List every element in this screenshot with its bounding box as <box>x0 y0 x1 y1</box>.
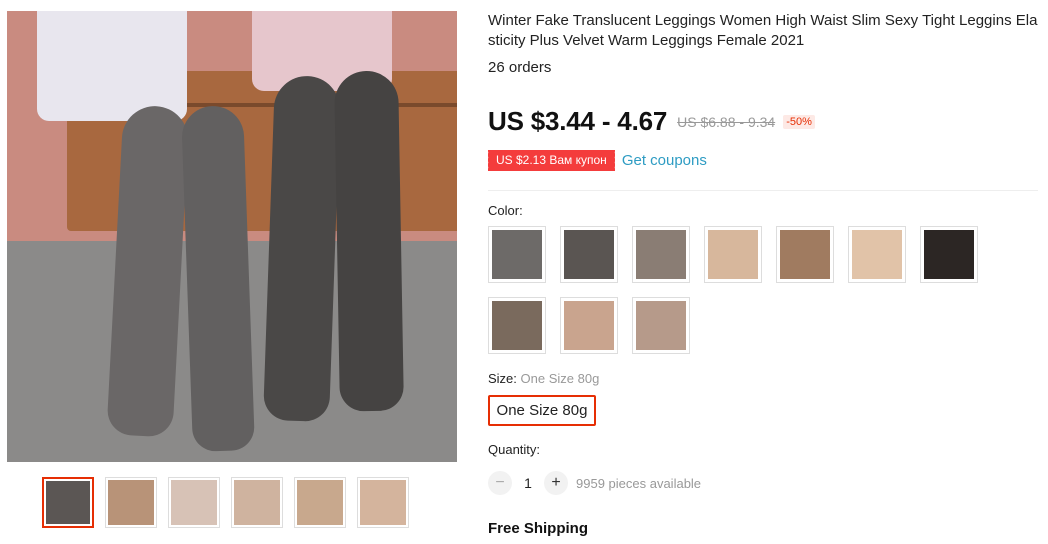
thumbnail[interactable] <box>105 477 157 528</box>
main-product-image[interactable] <box>7 11 457 462</box>
thumbnail-image <box>360 480 406 525</box>
thumbnail[interactable] <box>357 477 409 528</box>
thumbnail-image <box>46 481 90 524</box>
price: US $3.44 - 4.67 <box>488 106 668 136</box>
get-coupons-link[interactable]: Get coupons <box>622 152 707 169</box>
orders-count: 26 orders <box>488 59 552 76</box>
swatch-image <box>852 230 902 279</box>
color-swatch[interactable] <box>776 226 834 283</box>
available-stock: 9959 pieces available <box>576 475 702 491</box>
swatch-image <box>564 230 614 279</box>
color-swatch[interactable] <box>560 226 618 283</box>
color-swatch[interactable] <box>632 297 690 354</box>
swatch-image <box>636 301 686 350</box>
swatch-image <box>492 230 542 279</box>
product-title: Winter Fake Translucent Leggings Women H… <box>488 12 1038 49</box>
thumbnail[interactable] <box>231 477 283 528</box>
quantity-stepper: − 1 + 9959 pieces available <box>488 471 701 495</box>
thumbnail[interactable] <box>294 477 346 528</box>
original-price: US $6.88 - 9.34 <box>677 113 776 130</box>
color-swatch[interactable] <box>848 226 906 283</box>
swatch-image <box>708 230 758 279</box>
size-label-row: Size: One Size 80g <box>488 371 599 386</box>
thumbnail[interactable] <box>168 477 220 528</box>
price-row: US $3.44 - 4.67 US $6.88 - 9.34 -50% <box>488 106 815 137</box>
thumbnail-image <box>171 480 217 525</box>
thumbnail-image <box>108 480 154 525</box>
thumbnail-strip <box>42 477 409 528</box>
color-swatch[interactable] <box>488 297 546 354</box>
quantity-value[interactable]: 1 <box>512 475 544 491</box>
discount-badge: -50% <box>783 114 815 129</box>
color-swatch[interactable] <box>632 226 690 283</box>
swatch-image <box>636 230 686 279</box>
quantity-label: Quantity: <box>488 442 541 457</box>
swatch-image <box>924 230 974 279</box>
thumbnail-image <box>234 480 280 525</box>
color-label: Color: <box>488 203 523 218</box>
swatch-image <box>780 230 830 279</box>
swatch-image <box>564 301 614 350</box>
divider <box>488 190 1038 191</box>
coupon-row: US $2.13 Вам купон Get coupons <box>486 150 707 171</box>
thumbnail-image <box>297 480 343 525</box>
coupon-badge[interactable]: US $2.13 Вам купон <box>486 150 615 171</box>
free-shipping-label: Free Shipping <box>488 520 589 537</box>
size-label: Size: <box>488 371 517 386</box>
color-swatch[interactable] <box>560 297 618 354</box>
thumbnail[interactable] <box>42 477 94 528</box>
color-swatch[interactable] <box>704 226 762 283</box>
color-swatch[interactable] <box>488 226 546 283</box>
color-swatches <box>488 226 988 354</box>
quantity-increase-button[interactable]: + <box>544 471 568 495</box>
swatch-image <box>492 301 542 350</box>
size-option-button[interactable]: One Size 80g <box>488 395 596 426</box>
quantity-decrease-button[interactable]: − <box>488 471 512 495</box>
color-swatch[interactable] <box>920 226 978 283</box>
size-selected-hint: One Size 80g <box>520 371 600 386</box>
